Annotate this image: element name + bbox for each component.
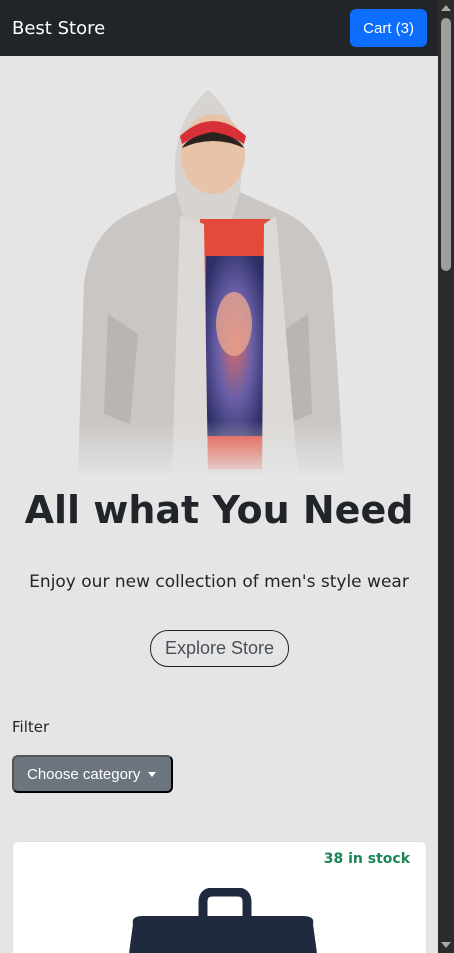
caret-down-icon xyxy=(148,771,157,777)
product-card[interactable]: 38 in stock xyxy=(12,841,427,953)
explore-store-button[interactable]: Explore Store xyxy=(150,630,289,667)
filter-label: Filter xyxy=(12,718,50,736)
stock-badge: 38 in stock xyxy=(323,851,410,867)
brand-logo-text[interactable]: Best Store xyxy=(12,18,105,39)
choose-category-dropdown[interactable]: Choose category xyxy=(12,755,173,793)
cart-button[interactable]: Cart (3) xyxy=(350,9,427,47)
top-navbar: Best Store Cart (3) xyxy=(0,0,438,56)
hero-model-image xyxy=(68,84,348,480)
scroll-up-arrow-icon[interactable] xyxy=(441,5,451,11)
hero-title: All what You Need xyxy=(24,488,414,532)
scroll-down-arrow-icon[interactable] xyxy=(441,942,451,948)
product-bag-image xyxy=(129,888,317,953)
category-dropdown-label: Choose category xyxy=(27,765,141,783)
hero-subtitle: Enjoy our new collection of men's style … xyxy=(29,572,409,592)
scrollbar-thumb[interactable] xyxy=(441,18,451,271)
vertical-scrollbar[interactable] xyxy=(438,0,454,953)
